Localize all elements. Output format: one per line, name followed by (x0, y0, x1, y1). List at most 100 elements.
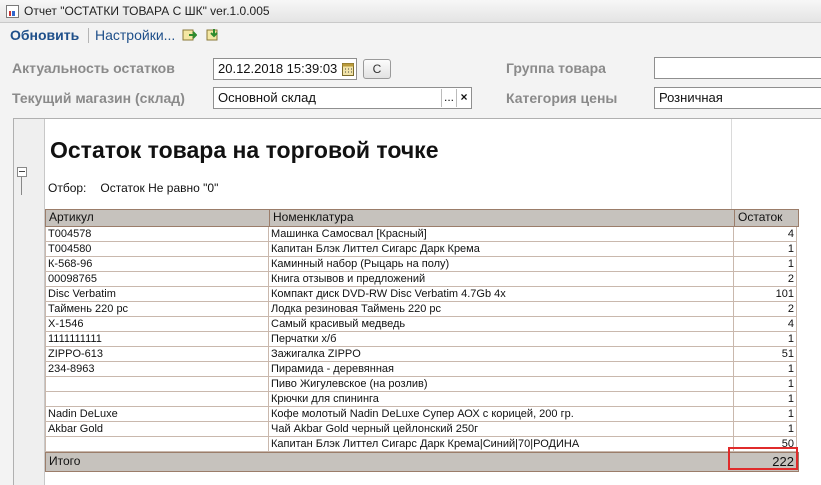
report-filter-line: Отбор: Остаток Не равно "0" (48, 181, 218, 195)
cell-qty: 1 (734, 362, 797, 377)
title-bar: Отчет "ОСТАТКИ ТОВАРА С ШК" ver.1.0.005 (0, 0, 821, 23)
cell-sku: T004578 (45, 227, 269, 242)
cell-name: Пирамида - деревянная (269, 362, 734, 377)
table-row[interactable]: Disc Verbatim Компакт диск DVD-RW Disc Ve… (45, 287, 799, 302)
cell-name: Чай Akbar Gold черный цейлонский 250г (269, 422, 734, 437)
cell-name: Лодка резиновая Таймень 220 рс (269, 302, 734, 317)
cell-qty: 51 (734, 347, 797, 362)
product-group-label: Группа товара (506, 60, 606, 76)
cell-qty: 1 (734, 377, 797, 392)
store-value: Основной склад (218, 90, 316, 105)
cell-sku (45, 377, 269, 392)
cell-name: Самый красивый медведь (269, 317, 734, 332)
cell-sku: 1111111111 (45, 332, 269, 347)
product-group-field[interactable] (654, 57, 821, 79)
cell-name: Крючки для спининга (269, 392, 734, 407)
store-clear-button[interactable]: × (456, 89, 471, 107)
store-label: Текущий магазин (склад) (12, 90, 185, 106)
cell-sku: К-568-96 (45, 257, 269, 272)
price-category-field[interactable]: Розничная (654, 87, 821, 109)
table-row[interactable]: Пиво Жигулевское (на розлив) 1 (45, 377, 799, 392)
cell-qty: 1 (734, 422, 797, 437)
cell-name: Пиво Жигулевское (на розлив) (269, 377, 734, 392)
store-field[interactable]: Основной склад ... × (213, 87, 472, 109)
stock-date-value: 20.12.2018 15:39:03 (218, 61, 338, 76)
cell-sku: Х-1546 (45, 317, 269, 332)
refresh-button[interactable]: Обновить (10, 23, 79, 47)
price-category-value: Розничная (659, 90, 723, 105)
load-settings-icon[interactable] (182, 28, 197, 42)
cell-qty: 1 (734, 332, 797, 347)
cell-qty: 2 (734, 272, 797, 287)
cell-name: Кофе молотый Nadin DeLuxe Супер АОХ с ко… (269, 407, 734, 422)
cell-name: Машинка Самосвал [Красный] (269, 227, 734, 242)
cell-sku (45, 392, 269, 407)
toolbar: Обновить Настройки... (0, 23, 821, 47)
cell-sku (45, 437, 269, 452)
total-value: 222 (772, 454, 794, 469)
settings-button[interactable]: Настройки... (95, 23, 175, 47)
cell-sku: Nadin DeLuxe (45, 407, 269, 422)
table-body: T004578 Машинка Самосвал [Красный] 4 T0045… (45, 227, 799, 452)
cell-qty: 50 (734, 437, 797, 452)
stock-date-label: Актуальность остатков (12, 60, 175, 76)
table-row[interactable]: 00098765 Книга отзывов и предложений 2 (45, 272, 799, 287)
cell-sku: 234-8963 (45, 362, 269, 377)
group-line (21, 177, 22, 195)
report-filter-value: Остаток Не равно "0" (100, 181, 219, 195)
stock-date-field[interactable]: 20.12.2018 15:39:03 (213, 58, 357, 80)
table-row[interactable]: К-568-96 Каминный набор (Рыцарь на полу) 1 (45, 257, 799, 272)
column-header-name: Номенклатура (270, 210, 735, 226)
cell-name: Компакт диск DVD-RW Disc Verbatim 4.7Gb … (269, 287, 734, 302)
report-gutter (14, 119, 45, 485)
table-row[interactable]: Крючки для спининга 1 (45, 392, 799, 407)
table-row[interactable]: Таймень 220 pc Лодка резиновая Таймень 22… (45, 302, 799, 317)
cell-sku: T004580 (45, 242, 269, 257)
collapse-group-icon[interactable] (17, 167, 27, 177)
column-header-qty: Остаток (738, 210, 783, 224)
cell-name: Капитан Блэк Литтел Сигарс Дарк Крема|Си… (269, 437, 734, 452)
cell-qty: 1 (734, 407, 797, 422)
cell-qty: 1 (734, 257, 797, 272)
cell-sku: Disc Verbatim (45, 287, 269, 302)
report-sheet[interactable]: Остаток товара на торговой точке Отбор: О… (45, 119, 821, 485)
report-frame: Остаток товара на торговой точке Отбор: О… (13, 118, 821, 485)
cell-qty: 1 (734, 242, 797, 257)
cell-qty: 4 (734, 227, 797, 242)
store-select-button[interactable]: ... (441, 89, 456, 107)
table-row[interactable]: Капитан Блэк Литтел Сигарс Дарк Крема|Си… (45, 437, 799, 452)
report-app-icon (6, 5, 19, 18)
report-title: Остаток товара на торговой точке (50, 137, 439, 163)
cell-sku: ZIPPO-613 (45, 347, 269, 362)
cell-sku: Akbar Gold (45, 422, 269, 437)
c-button[interactable]: С (363, 59, 391, 79)
save-settings-icon[interactable] (206, 28, 221, 42)
calendar-icon[interactable] (342, 62, 354, 76)
report-filter-label: Отбор: (48, 181, 87, 195)
window-title: Отчет "ОСТАТКИ ТОВАРА С ШК" ver.1.0.005 (24, 4, 270, 18)
cell-name: Каминный набор (Рыцарь на полу) (269, 257, 734, 272)
cell-qty: 2 (734, 302, 797, 317)
table-row[interactable]: 1111111111 Перчатки х/б 1 (45, 332, 799, 347)
table-row[interactable]: Х-1546 Самый красивый медведь 4 (45, 317, 799, 332)
table-row[interactable]: 234-8963 Пирамида - деревянная 1 (45, 362, 799, 377)
toolbar-separator (88, 28, 89, 43)
cell-name: Книга отзывов и предложений (269, 272, 734, 287)
table-header: Артикул Номенклатура Остаток (45, 209, 799, 227)
cell-qty: 1 (734, 392, 797, 407)
cell-qty: 101 (734, 287, 797, 302)
cell-name: Капитан Блэк Литтел Сигарс Дарк Крема (269, 242, 734, 257)
table-row[interactable]: Nadin DeLuxe Кофе молотый Nadin DeLuxe Су… (45, 407, 799, 422)
total-label: Итого (49, 454, 81, 468)
price-category-label: Категория цены (506, 90, 618, 106)
table-total-row[interactable]: Итого 222 (45, 452, 799, 472)
cell-sku: Таймень 220 pc (45, 302, 269, 317)
table-row[interactable]: T004580 Капитан Блэк Литтел Сигарс Дарк К… (45, 242, 799, 257)
table-row[interactable]: Akbar Gold Чай Akbar Gold черный цейлонск… (45, 422, 799, 437)
table-row[interactable]: T004578 Машинка Самосвал [Красный] 4 (45, 227, 799, 242)
cell-name: Зажигалка ZIPPO (269, 347, 734, 362)
column-divider (731, 119, 732, 211)
table-row[interactable]: ZIPPO-613 Зажигалка ZIPPO 51 (45, 347, 799, 362)
cell-name: Перчатки х/б (269, 332, 734, 347)
filter-panel: Актуальность остатков 20.12.2018 15:39:0… (0, 52, 821, 112)
